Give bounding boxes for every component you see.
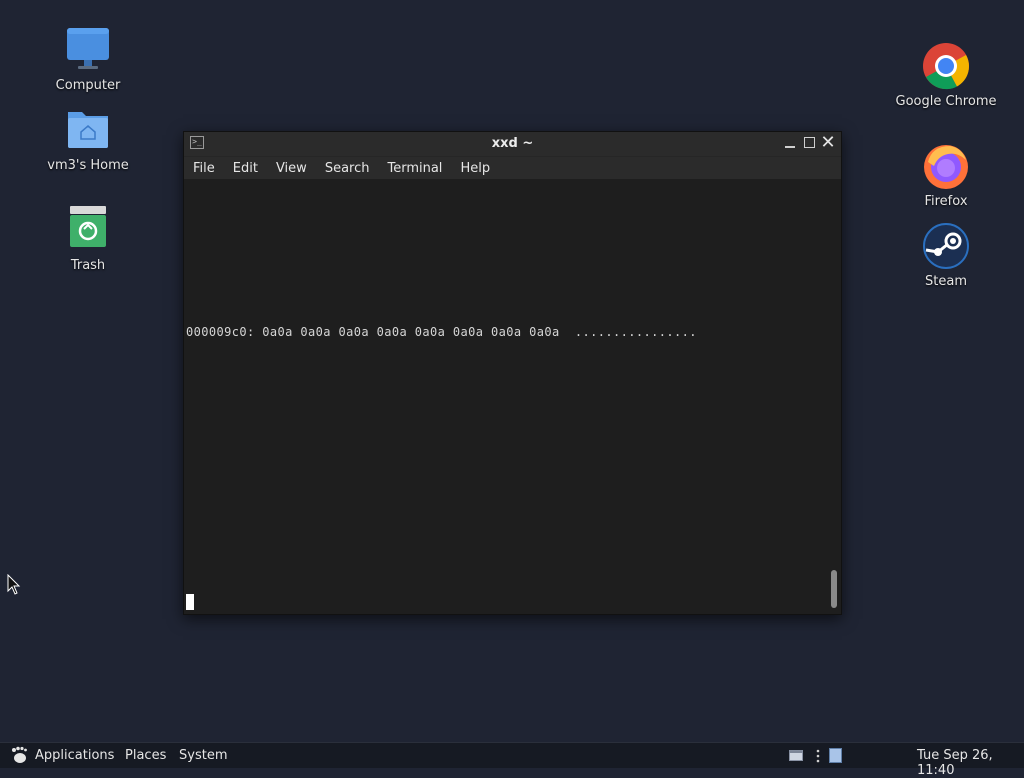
menu-help[interactable]: Help [460, 161, 490, 176]
desktop-icon-home[interactable]: vm3's Home [33, 106, 143, 174]
text-cursor [186, 594, 194, 610]
desktop-icon-chrome[interactable]: Google Chrome [891, 42, 1001, 110]
gnome-foot-icon[interactable] [9, 746, 29, 768]
maximize-button[interactable] [801, 135, 817, 151]
steam-icon [922, 222, 970, 270]
menu-view[interactable]: View [276, 161, 307, 176]
minimize-button[interactable] [782, 135, 798, 151]
output-line: 000009c0: 0a0a 0a0a 0a0a 0a0a 0a0a 0a0a … [186, 325, 697, 339]
clock[interactable]: Tue Sep 26, 11:40 [917, 748, 1024, 778]
menu-terminal[interactable]: Terminal [387, 161, 442, 176]
menu-edit[interactable]: Edit [233, 161, 258, 176]
window-list-icon[interactable] [789, 750, 803, 765]
home-folder-icon [64, 106, 112, 154]
desktop-icon-label: Computer [55, 78, 121, 93]
desktop-icon-label: vm3's Home [47, 158, 129, 173]
firefox-icon [922, 142, 970, 190]
desktop-icon-label: Firefox [924, 194, 968, 209]
desktop-icon-trash[interactable]: Trash [33, 206, 143, 274]
close-button[interactable]: ✕ [820, 134, 836, 152]
desktop-icon-firefox[interactable]: Firefox [891, 142, 1001, 210]
window-titlebar[interactable]: >_ xxd ~ ✕ [184, 132, 841, 157]
window-title: xxd ~ [491, 136, 534, 151]
desktop-icon-label: Trash [70, 258, 106, 273]
applications-menu[interactable]: Applications [35, 748, 114, 763]
vertical-scrollbar[interactable] [827, 180, 841, 614]
terminal-output[interactable]: 000009c0: 0a0a 0a0a 0a0a 0a0a 0a0a 0a0a … [184, 180, 827, 614]
menu-search[interactable]: Search [325, 161, 370, 176]
scrollbar-thumb[interactable] [831, 570, 837, 608]
places-menu[interactable]: Places [125, 748, 166, 763]
desktop-icon-steam[interactable]: Steam [891, 222, 1001, 290]
desktop-icon-label: Steam [925, 274, 967, 289]
trash-icon [64, 206, 112, 254]
workspace-switcher-icon[interactable] [829, 748, 842, 767]
menubar: File Edit View Search Terminal Help [184, 157, 841, 179]
desktop-icon-computer[interactable]: Computer [33, 26, 143, 94]
terminal-window[interactable]: >_ xxd ~ ✕ File Edit View Search Termina… [183, 131, 842, 615]
menu-file[interactable]: File [193, 161, 215, 176]
separator-handle-icon [816, 749, 820, 767]
computer-icon [64, 26, 112, 74]
desktop-icon-label: Google Chrome [895, 94, 997, 109]
system-menu[interactable]: System [179, 748, 227, 763]
chrome-icon [922, 42, 970, 90]
taskbar: Applications Places System Tue Sep 26, 1… [0, 742, 1024, 778]
